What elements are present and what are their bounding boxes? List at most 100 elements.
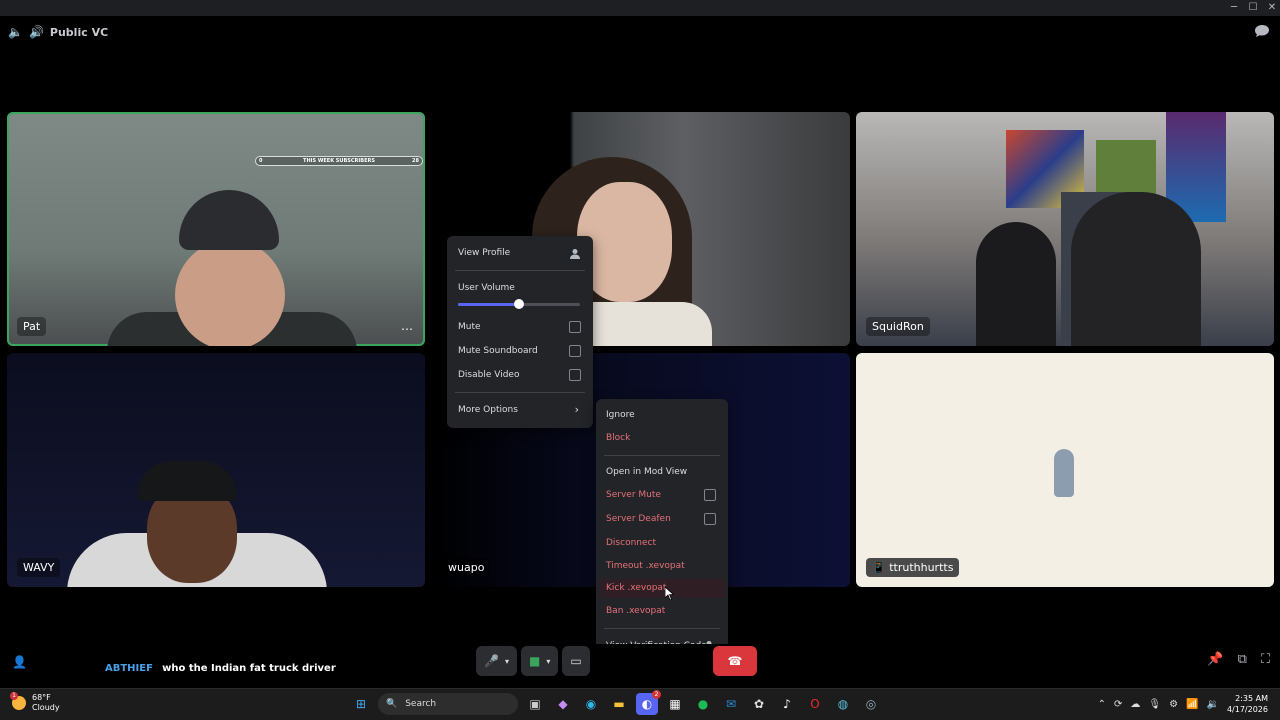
video-feed — [175, 240, 285, 346]
sync-icon[interactable]: ⟳ — [1114, 699, 1122, 710]
screen-share-button[interactable]: ▭ — [562, 646, 590, 676]
mute-soundboard-checkbox[interactable] — [569, 345, 581, 357]
video-feed — [179, 190, 279, 250]
overlay-right-count: 28 — [412, 158, 419, 164]
spotify-icon[interactable]: ● — [692, 693, 714, 715]
video-tile-pat[interactable]: 0 THIS WEEK SUBSCRIBERS 28 Pat ⋯ — [7, 112, 425, 346]
video-tile-squidron[interactable]: SquidRon — [856, 112, 1274, 346]
mouse-cursor-icon — [665, 587, 674, 601]
server-deafen-checkbox[interactable] — [704, 513, 716, 525]
mute-checkbox[interactable] — [569, 321, 581, 333]
maximize-button[interactable]: ☐ — [1243, 0, 1263, 16]
chat-bubble-icon[interactable] — [1254, 24, 1270, 38]
kick-item[interactable]: Kick .xevopat — [606, 583, 666, 593]
end-call-button[interactable]: ☎ — [713, 646, 757, 676]
browser-icon[interactable]: ◍ — [832, 693, 854, 715]
copilot-icon[interactable]: ◆ — [552, 693, 574, 715]
window-titlebar: ─ ☐ ✕ — [0, 0, 1280, 16]
clock-date: 4/17/2026 — [1226, 705, 1268, 714]
settings-tray-icon[interactable]: ⚙ — [1169, 699, 1178, 710]
divider — [455, 270, 585, 271]
task-view-icon[interactable]: ▣ — [524, 693, 546, 715]
call-controls: 🎤 ▾ ■ ▾ ▭ ☎ — [476, 646, 757, 676]
speaker-icon[interactable]: 🔈 — [8, 25, 23, 39]
edge-icon[interactable]: ◉ — [580, 693, 602, 715]
wifi-icon[interactable]: 📶 — [1186, 699, 1198, 710]
notification-badge: 1 — [10, 692, 18, 700]
minimize-button[interactable]: ─ — [1224, 0, 1244, 16]
disconnect-item[interactable]: Disconnect — [606, 538, 656, 548]
video-tile-ttruthhurtts[interactable]: 📱 ttruthhurtts — [856, 353, 1274, 587]
slider-fill — [458, 303, 519, 306]
tiktok-icon[interactable]: ♪ — [776, 693, 798, 715]
subscriber-overlay: 0 THIS WEEK SUBSCRIBERS 28 — [255, 156, 423, 166]
user-volume-label: User Volume — [458, 283, 515, 293]
user-context-menu: View Profile User Volume Mute Mute Sound… — [447, 236, 593, 428]
chatgpt-icon[interactable]: ✿ — [748, 693, 770, 715]
slider-knob[interactable] — [514, 299, 524, 309]
participant-name: wuapo — [442, 558, 491, 577]
search-label: Search — [405, 699, 437, 709]
overlay-left-count: 0 — [259, 158, 263, 164]
disable-video-checkbox[interactable] — [569, 369, 581, 381]
store-icon[interactable]: ▦ — [664, 693, 686, 715]
chat-message-text: who the Indian fat truck driver — [162, 663, 336, 674]
file-explorer-icon[interactable]: ▬ — [608, 693, 630, 715]
ban-item[interactable]: Ban .xevopat — [606, 606, 665, 616]
onedrive-icon[interactable]: ☁ — [1130, 699, 1140, 710]
mail-icon[interactable]: ✉ — [720, 693, 742, 715]
pin-icon[interactable]: 📌 — [1207, 652, 1223, 667]
open-mod-view-item[interactable]: Open in Mod View — [606, 467, 687, 477]
camera-button[interactable]: ■ ▾ — [520, 646, 559, 676]
chat-message: ABTHIEF who the Indian fat truck driver — [105, 663, 336, 674]
volume-icon[interactable]: 🔉 — [1207, 699, 1219, 710]
server-mute-checkbox[interactable] — [704, 489, 716, 501]
channel-header: 🔈 🔊 Public VC — [8, 22, 108, 42]
taskbar-search[interactable]: 🔍 Search — [378, 693, 518, 715]
divider — [604, 628, 720, 629]
weather-widget[interactable]: 1 68°F Cloudy — [10, 692, 60, 713]
video-tile-wavy[interactable]: WAVY — [7, 353, 425, 587]
ignore-item[interactable]: Ignore — [606, 410, 635, 420]
participant-name: 📱 ttruthhurtts — [866, 558, 960, 577]
close-button[interactable]: ✕ — [1262, 0, 1280, 16]
timeout-item[interactable]: Timeout .xevopat — [606, 561, 685, 571]
more-options-icon[interactable]: ⋯ — [401, 322, 413, 336]
chevron-right-icon: › — [574, 403, 579, 416]
channel-name: Public VC — [49, 25, 109, 39]
more-options-item[interactable]: More Options — [458, 405, 518, 415]
voice-channel-icon: 🔊 — [28, 25, 44, 39]
more-options-submenu: Ignore Block Open in Mod View Server Mut… — [596, 399, 728, 661]
video-feed — [1071, 192, 1201, 346]
chevron-down-icon[interactable]: ▾ — [505, 657, 509, 666]
invite-user-icon[interactable]: 👤 — [12, 655, 27, 669]
block-item[interactable]: Block — [606, 433, 630, 443]
popout-icon[interactable]: ⧉ — [1238, 652, 1247, 667]
system-tray: ⌃ ⟳ ☁ 🎙 ⚙ 📶 🔉 2:35 AM 4/17/2026 — [1098, 693, 1268, 715]
view-profile-item[interactable]: View Profile — [458, 248, 510, 258]
overlay-text: THIS WEEK SUBSCRIBERS — [303, 158, 375, 164]
weather-temp: 68°F — [32, 693, 51, 702]
chevron-up-icon[interactable]: ⌃ — [1098, 699, 1106, 710]
opera-icon[interactable]: O — [804, 693, 826, 715]
clock[interactable]: 2:35 AM 4/17/2026 — [1227, 693, 1268, 715]
divider — [455, 392, 585, 393]
microphone-button[interactable]: 🎤 ▾ — [476, 646, 517, 676]
steam-icon[interactable]: ◎ — [860, 693, 882, 715]
windows-start-icon[interactable]: ⊞ — [350, 693, 372, 715]
chat-username[interactable]: ABTHIEF — [105, 663, 153, 674]
user-volume-slider[interactable] — [458, 299, 580, 309]
disable-video-item[interactable]: Disable Video — [458, 370, 519, 380]
discord-icon[interactable]: ◐ 2 — [636, 690, 661, 715]
mute-item[interactable]: Mute — [458, 322, 481, 332]
user-icon — [570, 249, 580, 259]
discord-badge: 2 — [652, 690, 661, 699]
server-mute-item[interactable]: Server Mute — [606, 490, 661, 500]
phone-hangup-icon: ☎ — [727, 654, 743, 668]
microphone-tray-icon[interactable]: 🎙 — [1148, 699, 1161, 710]
server-deafen-item[interactable]: Server Deafen — [606, 514, 671, 524]
chevron-down-icon[interactable]: ▾ — [546, 657, 550, 666]
fullscreen-icon[interactable]: ⛶ — [1261, 652, 1270, 667]
participant-name: Pat — [17, 317, 47, 336]
mute-soundboard-item[interactable]: Mute Soundboard — [458, 346, 538, 356]
